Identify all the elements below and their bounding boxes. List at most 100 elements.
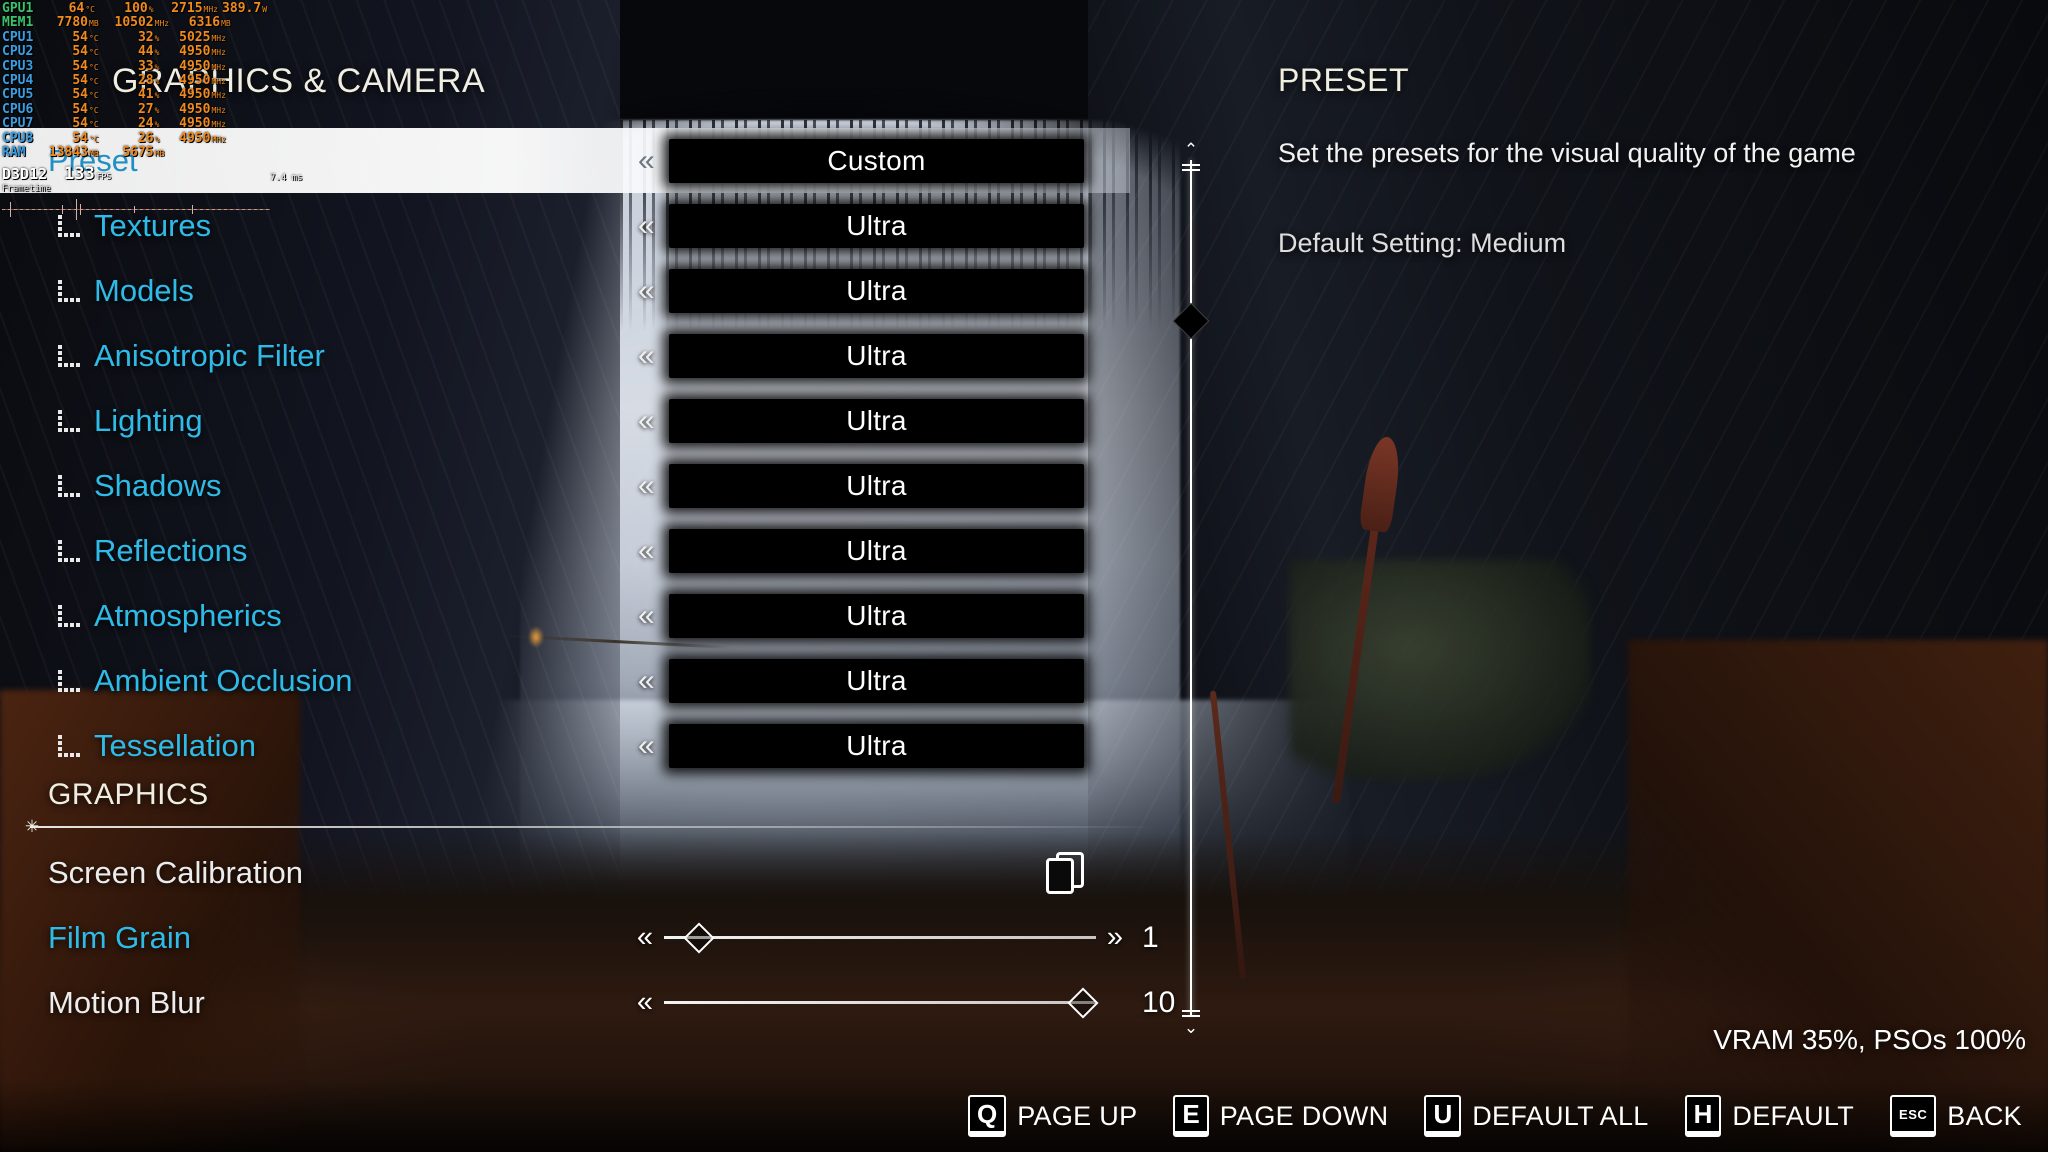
- section-header-graphics: GRAPHICS ✳: [0, 778, 1160, 840]
- slider-control[interactable]: « 10: [630, 983, 1175, 1023]
- setting-value-box[interactable]: Ultra: [669, 658, 1084, 703]
- perf-row-unit: MHz: [211, 120, 226, 130]
- perf-row-value: 54: [72, 101, 88, 117]
- info-panel-title: PRESET: [1278, 62, 1410, 98]
- decrease-value-chevron-icon[interactable]: «: [638, 340, 655, 371]
- setting-label: Screen Calibration: [48, 854, 304, 890]
- sub-item-indent-icon: [58, 669, 84, 692]
- keybind-default-all[interactable]: U DEFAULT ALL: [1424, 1095, 1648, 1137]
- frametime-graph: 7.4 ms: [2, 173, 303, 222]
- setting-row-ambient-occlusion[interactable]: Ambient Occlusion « Ultra: [0, 648, 1160, 713]
- perf-row-unit: %: [154, 105, 160, 115]
- perf-row-value: 54: [72, 87, 88, 103]
- slider-decrease-chevron-icon[interactable]: «: [630, 988, 660, 1017]
- setting-row-lighting[interactable]: Lighting « Ultra: [0, 388, 1160, 453]
- perf-row-value: 54: [72, 58, 88, 74]
- perf-row-unit: MHz: [211, 48, 226, 58]
- sub-item-indent-icon: [58, 734, 84, 757]
- keybind-default[interactable]: H DEFAULT: [1684, 1095, 1855, 1137]
- perf-row-unit: °C: [89, 33, 99, 43]
- perf-row-unit: %: [154, 33, 160, 43]
- setting-row-atmospherics[interactable]: Atmospherics « Ultra: [0, 583, 1160, 648]
- perf-overlay-row: CPU7 54 °C 24% 4950 MHz: [2, 117, 270, 131]
- keybind-page-down[interactable]: E PAGE DOWN: [1173, 1095, 1388, 1137]
- perf-row-unit: °C: [89, 76, 99, 86]
- perf-row-value: 4950: [179, 116, 211, 132]
- setting-row-models[interactable]: Models « Ultra: [0, 258, 1160, 323]
- setting-label: Atmospherics: [94, 597, 282, 633]
- setting-row-motion-blur[interactable]: Motion Blur « 10: [0, 970, 1175, 1035]
- perf-row-unit: MB: [221, 19, 231, 29]
- decrease-value-chevron-icon[interactable]: «: [638, 145, 655, 176]
- decrease-value-chevron-icon[interactable]: «: [638, 730, 655, 761]
- perf-row-value: 4950: [179, 101, 211, 117]
- decrease-value-chevron-icon[interactable]: «: [638, 470, 655, 501]
- perf-row-label: CPU1: [2, 29, 34, 45]
- setting-value-box[interactable]: Ultra: [669, 463, 1084, 508]
- perf-row-label: CPU5: [2, 87, 34, 103]
- scroll-down-arrow-icon[interactable]: ⌄: [1178, 1019, 1204, 1036]
- section-divider: [30, 826, 1155, 828]
- perf-row-unit: MB: [89, 148, 99, 158]
- screen-calibration-icon[interactable]: [1046, 851, 1086, 894]
- setting-row-shadows[interactable]: Shadows « Ultra: [0, 453, 1160, 518]
- scrollbar-track[interactable]: [1190, 160, 1192, 1016]
- slider-control[interactable]: « » 1: [630, 918, 1159, 958]
- setting-value-box[interactable]: Ultra: [669, 268, 1084, 313]
- setting-value-box[interactable]: Ultra: [669, 528, 1084, 573]
- decrease-value-chevron-icon[interactable]: «: [638, 535, 655, 566]
- slider-decrease-chevron-icon[interactable]: «: [630, 923, 660, 952]
- scrollbar-thumb[interactable]: [1172, 302, 1210, 340]
- key-cap: H: [1684, 1095, 1722, 1137]
- decrease-value-chevron-icon[interactable]: «: [638, 210, 655, 241]
- slider-handle[interactable]: [1067, 986, 1099, 1019]
- setting-value: Ultra: [846, 469, 907, 501]
- perf-row-value: 5675: [122, 144, 154, 160]
- setting-value-box[interactable]: Ultra: [669, 593, 1084, 638]
- setting-row-tessellation[interactable]: Tessellation « Ultra: [0, 713, 1160, 778]
- key-action-label: DEFAULT: [1732, 1100, 1855, 1131]
- setting-row-reflections[interactable]: Reflections « Ultra: [0, 518, 1160, 583]
- section-title: GRAPHICS: [48, 778, 209, 811]
- decrease-value-chevron-icon[interactable]: «: [638, 275, 655, 306]
- perf-row-value: 24: [137, 116, 154, 132]
- perf-row-unit: W: [262, 5, 268, 14]
- decrease-value-chevron-icon[interactable]: «: [638, 600, 655, 631]
- perf-row-label: CPU6: [2, 101, 34, 117]
- setting-row-film-grain[interactable]: Film Grain « » 1: [0, 905, 1160, 970]
- settings-scrollbar[interactable]: ⌃ ⌄: [1172, 141, 1210, 1036]
- key-action-label: DEFAULT ALL: [1472, 1100, 1649, 1131]
- decrease-value-chevron-icon[interactable]: «: [638, 665, 655, 696]
- footer-keybinds: Q PAGE UP E PAGE DOWN U DEFAULT ALL H DEFAULT ES…: [0, 1080, 2048, 1152]
- slider-track[interactable]: [664, 921, 1096, 954]
- perf-row-value: 2715: [171, 1, 203, 16]
- perf-row-unit: MHz: [154, 19, 170, 29]
- keybind-back[interactable]: ESC BACK: [1890, 1095, 2022, 1137]
- scroll-up-arrow-icon[interactable]: ⌃: [1178, 141, 1204, 158]
- perf-row-value: 4950: [179, 44, 211, 60]
- slider-track[interactable]: [664, 986, 1099, 1019]
- setting-value-box[interactable]: Custom: [669, 138, 1084, 183]
- setting-value-box[interactable]: Ultra: [669, 333, 1084, 378]
- decrease-value-chevron-icon[interactable]: «: [638, 405, 655, 436]
- perf-row-value: 4950: [179, 72, 211, 88]
- setting-value-box[interactable]: Ultra: [669, 203, 1084, 248]
- perf-row-value: 54: [72, 44, 88, 60]
- perf-row-value: 4950: [179, 130, 211, 146]
- setting-value: Ultra: [846, 729, 907, 761]
- setting-row-anisotropic-filter[interactable]: Anisotropic Filter « Ultra: [0, 323, 1160, 388]
- setting-row-screen-calibration[interactable]: Screen Calibration: [0, 840, 1160, 905]
- slider-handle[interactable]: [682, 921, 715, 954]
- key-cap: U: [1424, 1095, 1462, 1137]
- setting-label: Tessellation: [94, 727, 256, 763]
- keybind-page-up[interactable]: Q PAGE UP: [968, 1095, 1137, 1137]
- perf-overlay-row: CPU8 54 °C 26% 4950 MHz: [2, 130, 270, 146]
- setting-value-box[interactable]: Ultra: [669, 398, 1084, 443]
- slider-value: 1: [1142, 920, 1159, 954]
- sub-item-indent-icon: [58, 279, 84, 302]
- setting-label: Lighting: [94, 402, 203, 438]
- setting-value-box[interactable]: Ultra: [669, 723, 1084, 768]
- perf-row-unit: %: [154, 62, 160, 72]
- setting-label: Reflections: [94, 532, 248, 568]
- slider-increase-chevron-icon[interactable]: »: [1100, 923, 1130, 952]
